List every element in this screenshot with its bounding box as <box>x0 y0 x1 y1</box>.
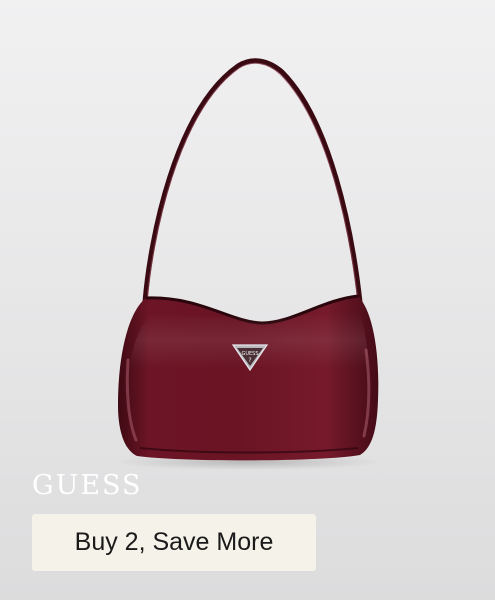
cta-button-label: Buy 2, Save More <box>74 528 274 556</box>
ad-card[interactable]: GUESS ? GUESS Buy 2, Save More <box>0 0 495 600</box>
svg-text:?: ? <box>248 357 251 364</box>
brand-logo[interactable]: GUESS <box>32 472 143 499</box>
product-image-handbag[interactable]: GUESS ? <box>0 0 495 600</box>
buy-2-save-more-button[interactable]: Buy 2, Save More <box>32 514 316 571</box>
